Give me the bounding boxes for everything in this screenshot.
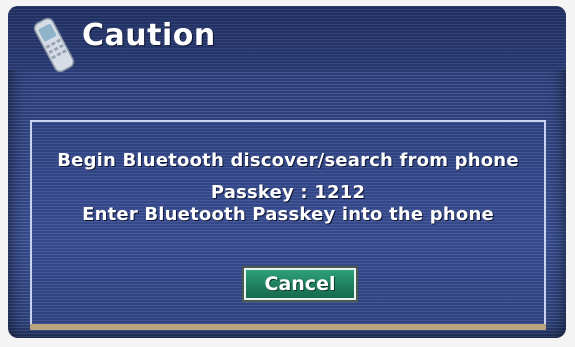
cell-phone-icon [30,14,78,76]
page-title: Caution [82,18,216,53]
passkey-text: Passkey : 1212 [210,182,366,203]
caution-header: Caution [8,6,566,73]
cancel-button[interactable]: Cancel [242,266,358,302]
enter-passkey-instruction-text: Enter Bluetooth Passkey into the phone [82,204,494,225]
discover-instruction-text: Begin Bluetooth discover/search from pho… [57,150,519,171]
dialog-divider [30,324,546,330]
bluetooth-passkey-dialog: Begin Bluetooth discover/search from pho… [30,120,546,328]
navigation-screen: Caution Begin Bluetooth discover/search … [8,6,566,338]
